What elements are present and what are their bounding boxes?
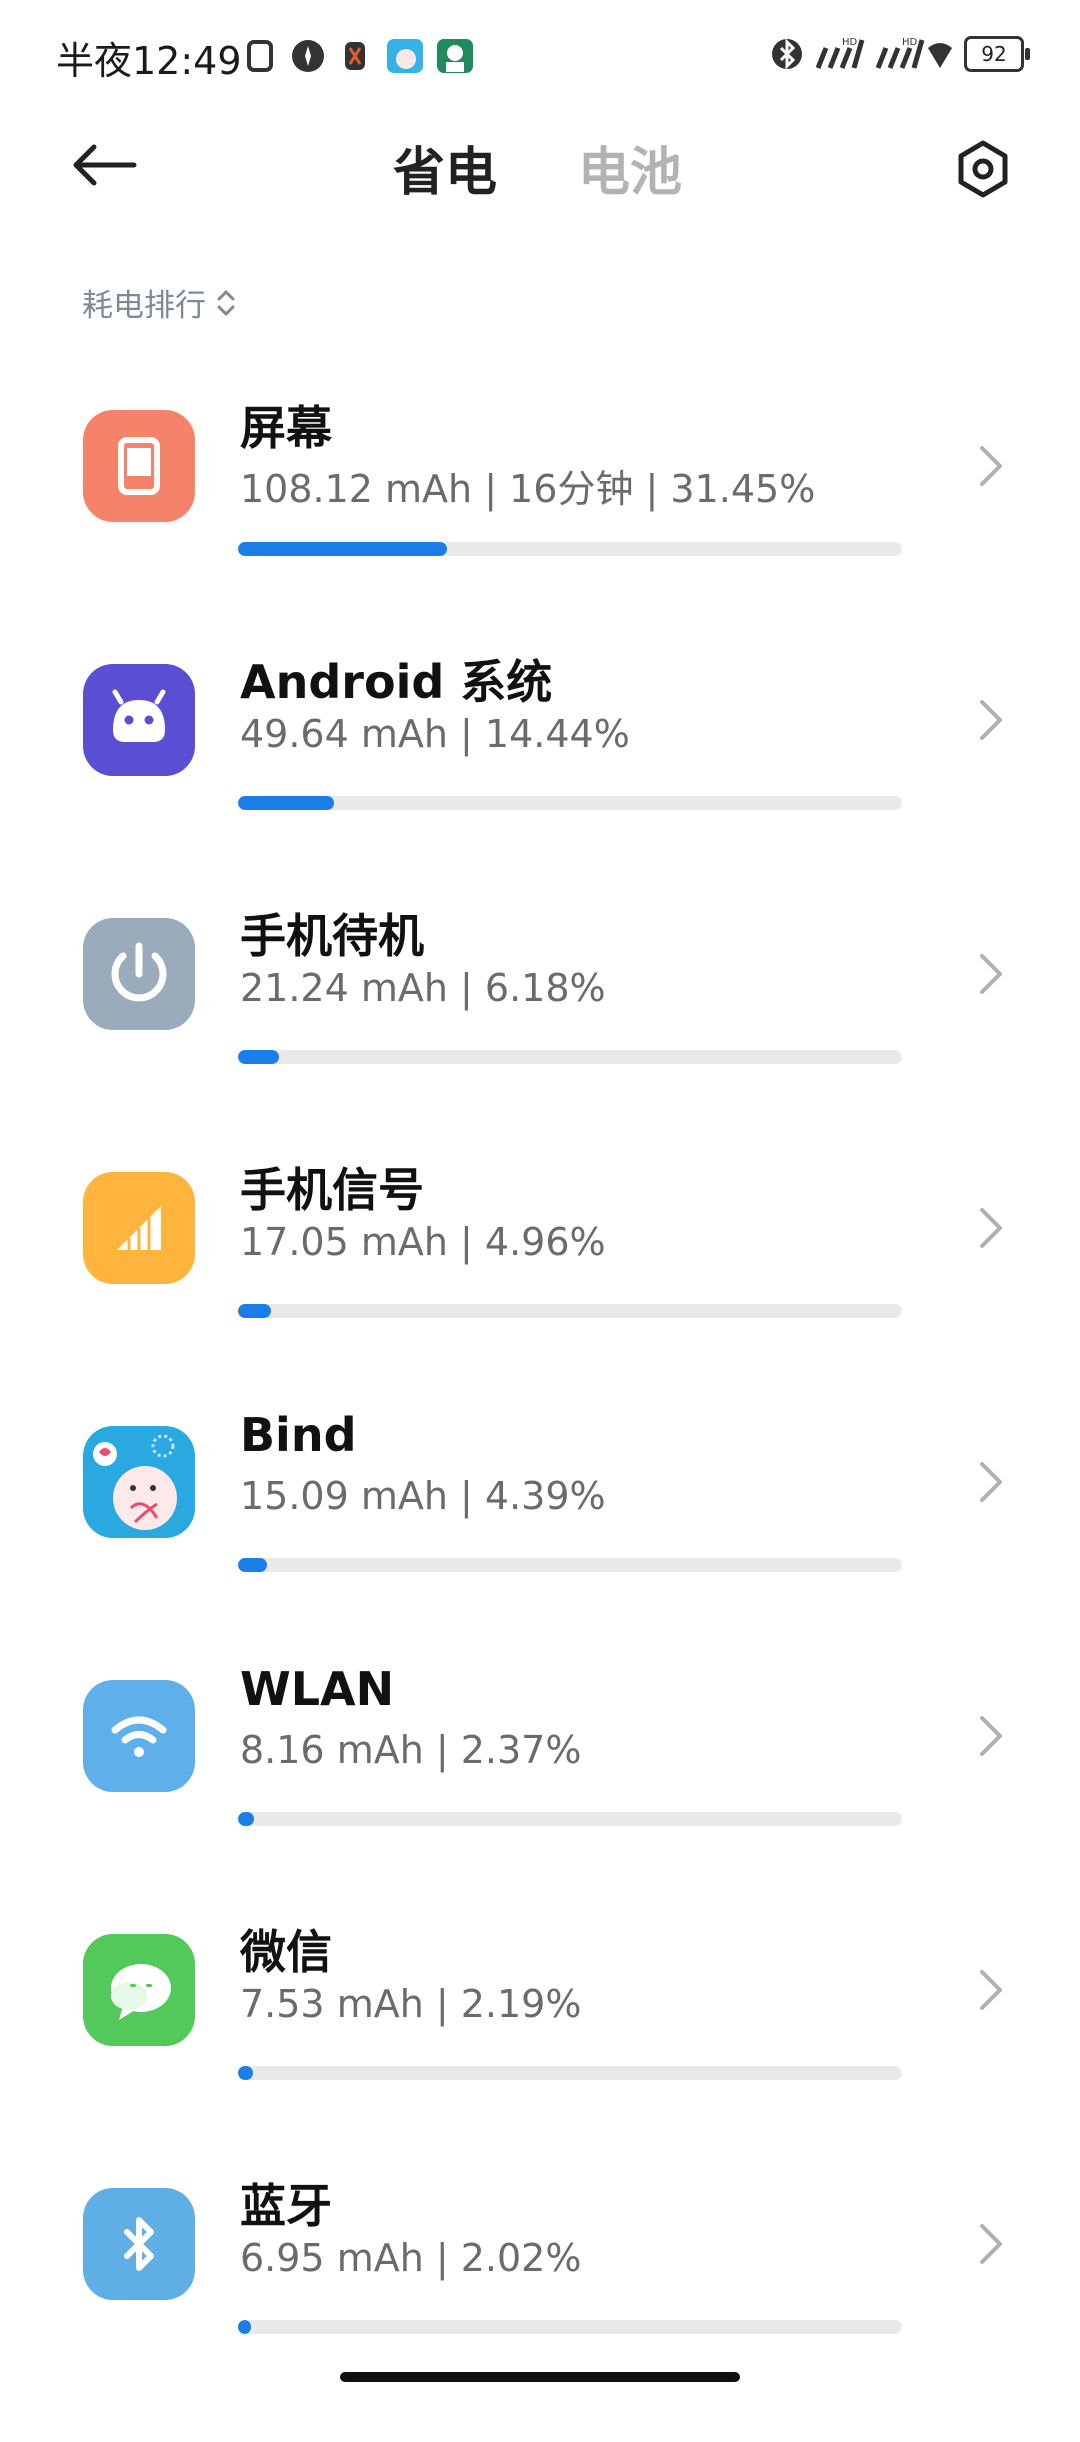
signal-hd-icon: HD HD [815, 37, 952, 69]
chevron-right-icon [980, 954, 1002, 994]
item-title: 手机信号 [240, 1163, 424, 1217]
wechat-icon [83, 1934, 195, 2046]
sort-up-down-icon [217, 290, 235, 315]
list-item-bluetooth[interactable]: 蓝牙 6.95 mAh | 2.02% [0, 2179, 1080, 2442]
avatar-notification-icon [437, 39, 473, 73]
back-arrow-icon[interactable] [70, 140, 140, 190]
app-notification-icon [345, 42, 365, 70]
item-title: 手机待机 [240, 909, 424, 963]
status-bar: 半夜12:49 HD HD 92 [0, 0, 1080, 110]
progress-fill [238, 542, 447, 556]
settings-hexagon-icon[interactable] [954, 140, 1012, 198]
battery-indicator: 92 [964, 36, 1030, 72]
list-item-android-system[interactable]: Android 系统 49.64 mAh | 14.44% [0, 655, 1080, 918]
bluetooth-status-icon [772, 38, 802, 70]
progress-fill [238, 1304, 271, 1318]
signal-icon [83, 1172, 195, 1284]
progress-track [238, 2320, 902, 2334]
item-title: 蓝牙 [240, 2179, 332, 2233]
header: 省电 电池 [0, 110, 1080, 220]
list-item-screen[interactable]: 屏幕 108.12 mAh | 16分钟 | 31.45% [0, 401, 1080, 664]
item-stats: 49.64 mAh | 14.44% [240, 712, 630, 756]
android-icon [83, 664, 195, 776]
item-stats: 17.05 mAh | 4.96% [240, 1220, 606, 1264]
progress-fill [238, 1050, 280, 1064]
item-title: 屏幕 [240, 401, 332, 455]
chevron-right-icon [980, 2224, 1002, 2264]
chevron-right-icon [980, 1716, 1002, 1756]
list-item-bind[interactable]: Bind 15.09 mAh | 4.39% [0, 1408, 1080, 1680]
progress-track [238, 1558, 902, 1572]
progress-fill [238, 796, 334, 810]
sort-selector[interactable]: 耗电排行 [82, 280, 238, 325]
progress-track [238, 1050, 902, 1064]
tab-battery[interactable]: 电池 [578, 130, 682, 205]
progress-track [238, 1304, 902, 1318]
list-item-wechat[interactable]: 微信 7.53 mAh | 2.19% [0, 1925, 1080, 2188]
item-stats: 8.16 mAh | 2.37% [240, 1728, 582, 1772]
progress-track [238, 542, 902, 556]
svg-text:HD: HD [902, 37, 918, 48]
progress-fill [238, 2066, 253, 2080]
tab-power-saving[interactable]: 省电 [393, 130, 497, 205]
item-title: WLAN [240, 1662, 395, 1716]
screen-icon [83, 410, 195, 522]
progress-fill [238, 2320, 252, 2334]
bluetooth-icon [83, 2188, 195, 2300]
chevron-right-icon [980, 1208, 1002, 1248]
item-stats: 108.12 mAh | 16分钟 | 31.45% [240, 467, 816, 511]
item-title: 微信 [240, 1925, 332, 1979]
bind-notification-icon [387, 39, 423, 73]
chevron-right-icon [980, 700, 1002, 740]
status-right-group: HD HD 92 [770, 34, 1030, 74]
progress-fill [238, 1812, 254, 1826]
item-title: Android 系统 [240, 655, 553, 709]
progress-track [238, 2066, 902, 2080]
item-stats: 7.53 mAh | 2.19% [240, 1982, 582, 2026]
progress-fill [238, 1558, 268, 1572]
progress-track [238, 796, 902, 810]
item-stats: 21.24 mAh | 6.18% [240, 966, 606, 1010]
list-item-standby[interactable]: 手机待机 21.24 mAh | 6.18% [0, 909, 1080, 1172]
chevron-right-icon [980, 1970, 1002, 2010]
wifi-icon [83, 1680, 195, 1792]
home-indicator[interactable] [340, 2372, 740, 2382]
sort-label: 耗电排行 [82, 288, 206, 324]
list-item-wlan[interactable]: WLAN 8.16 mAh | 2.37% [0, 1662, 1080, 1934]
chevron-right-icon [980, 446, 1002, 486]
power-icon [83, 918, 195, 1030]
svg-text:HD: HD [842, 37, 858, 48]
item-title: Bind [240, 1408, 357, 1462]
compass-notification-icon [292, 40, 324, 72]
item-stats: 6.95 mAh | 2.02% [240, 2236, 582, 2280]
list-item-cell-signal[interactable]: 手机信号 17.05 mAh | 4.96% [0, 1163, 1080, 1426]
progress-track [238, 1812, 902, 1826]
chevron-right-icon [980, 1462, 1002, 1502]
tablet-notification-icon [247, 40, 273, 72]
item-stats: 15.09 mAh | 4.39% [240, 1474, 606, 1518]
status-time: 半夜12:49 [56, 39, 242, 83]
bind-app-icon [83, 1426, 195, 1538]
